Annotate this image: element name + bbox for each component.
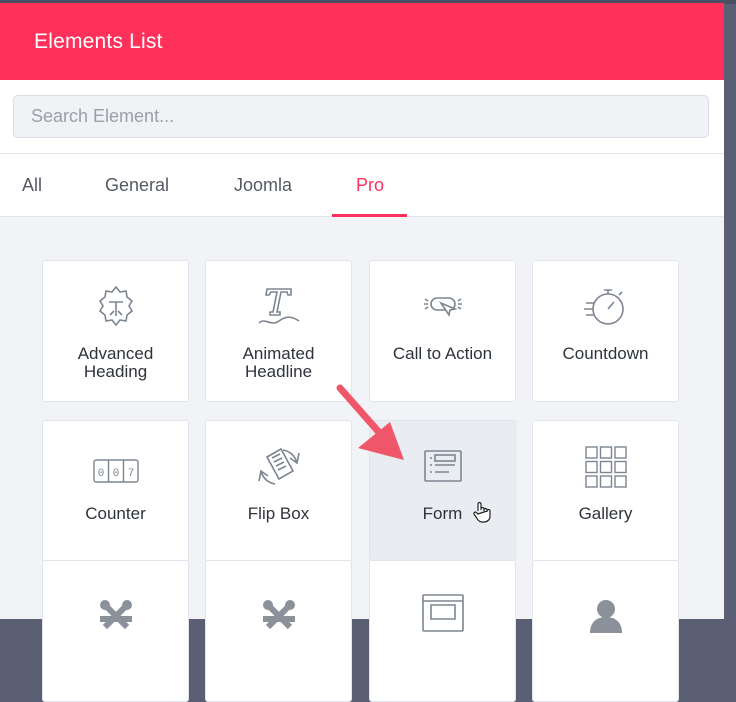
- tab-all[interactable]: All: [22, 175, 42, 196]
- element-label: Counter: [85, 504, 146, 523]
- element-card-advanced-heading[interactable]: Advanced Heading: [42, 260, 189, 402]
- counter-icon: 0 0 7: [90, 445, 142, 497]
- counter-digit: 7: [127, 468, 134, 480]
- user-icon: [580, 581, 632, 633]
- form-icon: [417, 441, 469, 493]
- search-input[interactable]: [13, 95, 709, 138]
- element-label: Animated Headline: [242, 344, 315, 381]
- element-card-countdown[interactable]: Countdown: [532, 260, 679, 402]
- counter-digit: 0: [97, 468, 104, 480]
- joomla-icon: [253, 581, 305, 633]
- call-to-action-icon: [417, 281, 469, 333]
- element-card-counter[interactable]: 0 0 7 Counter: [42, 420, 189, 562]
- element-card-gallery[interactable]: Gallery: [532, 420, 679, 562]
- element-card-joomla-1[interactable]: [42, 560, 189, 702]
- element-label: Call to Action: [392, 344, 493, 363]
- search-bar: [0, 80, 724, 154]
- tab-joomla[interactable]: Joomla: [234, 175, 292, 196]
- gallery-icon: [580, 441, 632, 493]
- element-label: Gallery: [578, 504, 633, 523]
- panel-title: Elements List: [34, 29, 163, 53]
- counter-digit: 0: [112, 468, 119, 480]
- tab-pro[interactable]: Pro: [356, 175, 384, 196]
- panel-header: Elements List: [0, 3, 724, 80]
- countdown-icon: [580, 281, 632, 333]
- joomla-icon: [90, 581, 142, 633]
- element-card-user[interactable]: [532, 560, 679, 702]
- element-card-animated-headline[interactable]: Animated Headline: [205, 260, 352, 402]
- category-tabs: All General Joomla Pro: [0, 154, 724, 217]
- layout-icon: [417, 581, 469, 633]
- active-tab-indicator: [332, 214, 407, 217]
- tab-general[interactable]: General: [105, 175, 169, 196]
- element-label: Flip Box: [247, 504, 310, 523]
- pointer-arrow-annotation: [336, 384, 404, 460]
- element-card-joomla-2[interactable]: [205, 560, 352, 702]
- animated-headline-icon: [253, 281, 305, 333]
- element-label: Advanced Heading: [77, 344, 154, 381]
- advanced-heading-icon: [90, 281, 142, 333]
- hand-cursor-icon: [473, 501, 491, 523]
- element-card-layout[interactable]: [369, 560, 516, 702]
- flip-box-icon: [253, 441, 305, 493]
- element-card-flip-box[interactable]: Flip Box: [205, 420, 352, 562]
- element-label: Countdown: [562, 344, 649, 363]
